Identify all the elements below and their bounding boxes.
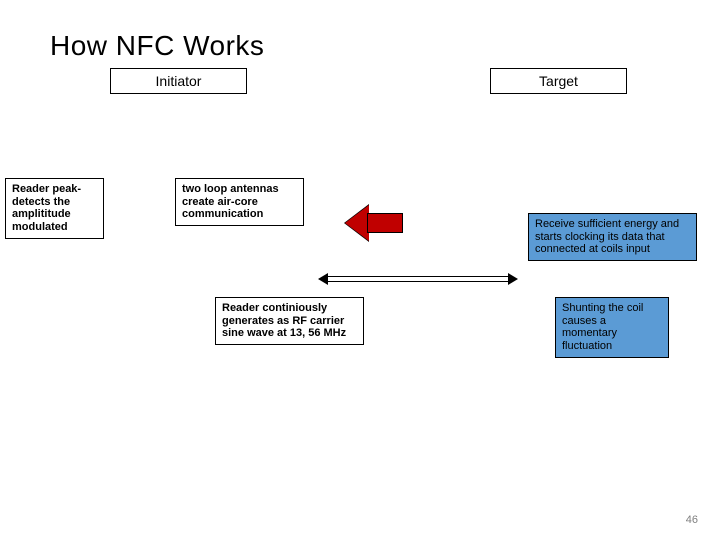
double-arrow-icon (325, 276, 510, 277)
page-number: 46 (686, 514, 698, 526)
initiator-header: Initiator (110, 68, 247, 94)
box-two-loop: two loop antennas create air-core commun… (175, 178, 304, 226)
box-receive-energy: Receive sufficient energy and starts clo… (528, 213, 697, 261)
box-shunting: Shunting the coil causes a momentary flu… (555, 297, 669, 358)
double-arrow-head-left (318, 273, 328, 285)
target-header: Target (490, 68, 627, 94)
double-arrow-line (325, 281, 510, 282)
double-arrow-head-right (508, 273, 518, 285)
box-reader-continuous: Reader continiously generates as RF carr… (215, 297, 364, 345)
slide-title: How NFC Works (50, 30, 264, 62)
box-reader-peak: Reader peak-detects the amplititude modu… (5, 178, 104, 239)
